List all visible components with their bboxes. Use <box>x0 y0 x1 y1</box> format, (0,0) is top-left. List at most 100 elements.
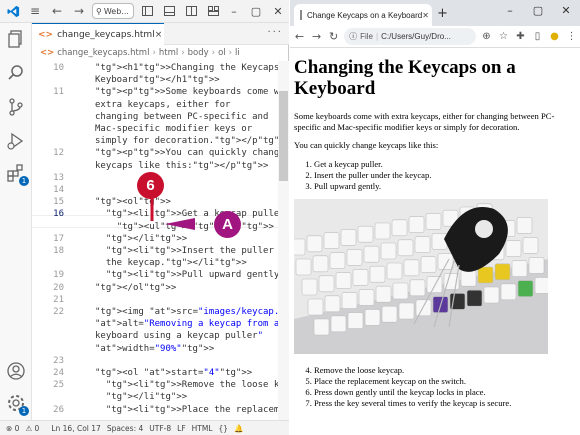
back-arrow-icon[interactable]: ← <box>48 2 66 20</box>
status-encoding[interactable]: UTF-8 <box>149 424 171 433</box>
sidebar-toggle-icon[interactable]: ▯ <box>529 31 546 42</box>
notifications-icon[interactable]: 🔔 <box>234 424 243 433</box>
maximize-icon[interactable]: ▢ <box>245 5 267 18</box>
line-number: 23 <box>53 355 64 366</box>
reload-icon[interactable]: ↻ <box>326 30 341 43</box>
code-line[interactable]: simply for decoration."tg"></p"tg">> <box>95 136 289 146</box>
breadcrumb-item-html[interactable]: html <box>159 48 178 58</box>
keycap <box>358 289 375 306</box>
code-line[interactable]: "tg"><ol "at">start="4""tg">> <box>95 368 252 378</box>
code-line[interactable]: "tg"><p"tg">>You can quickly change <box>95 148 285 158</box>
status-eol[interactable]: LF <box>177 424 186 433</box>
info-icon[interactable]: ⓘ <box>349 31 357 42</box>
code-editor[interactable]: 10 "tg"><h1"tg">>Changing the Keycaps on … <box>32 61 289 420</box>
code-line[interactable]: keyboard using a keycap puller" <box>95 331 263 341</box>
source-control-icon[interactable] <box>6 97 26 117</box>
account-icon[interactable] <box>6 361 26 381</box>
code-line[interactable]: keycaps like this:"tg"></p"tg">> <box>95 161 268 171</box>
keycap <box>323 232 340 249</box>
status-language[interactable]: HTML <box>192 424 213 433</box>
scrollbar-thumb[interactable] <box>279 91 288 181</box>
new-tab-icon[interactable]: + <box>437 6 448 21</box>
code-line[interactable]: "tg"><h1"tg">>Changing the Keycaps on a <box>95 63 289 73</box>
command-search[interactable]: ⚲ Web... <box>92 3 134 19</box>
extensions-puzzle-icon[interactable]: ✚ <box>512 31 529 42</box>
line-number: 13 <box>53 172 64 183</box>
code-line[interactable]: "tg"><p"tg">>Some keyboards come with <box>95 87 289 97</box>
keycap <box>313 318 330 336</box>
code-line[interactable]: "tg"></li"tg">> <box>95 392 187 402</box>
page-paragraph-intro: Some keyboards come with extra keycaps, … <box>294 111 555 132</box>
breadcrumb-item-body[interactable]: body <box>188 48 209 58</box>
search-icon[interactable] <box>6 63 26 83</box>
code-line[interactable]: Keyboard"tg"></h1"tg">> <box>95 75 220 85</box>
keycap <box>398 302 415 320</box>
browser-forward-icon[interactable]: → <box>309 30 324 43</box>
status-indentation[interactable]: Spaces: 4 <box>107 424 143 433</box>
code-line[interactable]: "tg"></ol"tg">> <box>95 283 176 293</box>
code-line[interactable]: "at">alt="Removing a keycap from a <box>95 319 279 329</box>
settings-gear-icon[interactable]: 1 <box>6 393 29 416</box>
code-line[interactable]: "tg"><li"tg">>Insert the puller under <box>95 246 289 256</box>
line-number: 11 <box>53 87 64 98</box>
keycap <box>386 262 403 280</box>
code-line[interactable]: "tg"></li"tg">> <box>95 234 187 244</box>
keycap <box>324 295 341 313</box>
keycap <box>369 265 386 283</box>
browser-menu-icon[interactable]: ⋮ <box>563 31 580 42</box>
status-warnings[interactable]: ⚠ 0 <box>25 424 39 433</box>
code-line[interactable]: "tg"><li"tg">>Place the replacement <box>95 405 289 415</box>
code-line[interactable]: "at">width="90%""tg">> <box>95 344 214 354</box>
keycap <box>391 219 408 237</box>
menu-icon[interactable]: ≡ <box>26 2 44 20</box>
layout-split-icon[interactable] <box>182 2 200 20</box>
layout-panel-icon[interactable] <box>160 2 178 20</box>
keycap <box>301 278 318 296</box>
editor-scrollbar[interactable] <box>278 61 289 420</box>
browser-back-icon[interactable]: ← <box>292 30 307 43</box>
extensions-badge: 1 <box>19 176 29 186</box>
keycap <box>347 312 364 329</box>
code-line[interactable]: changing between PC-specific and <box>95 112 268 122</box>
vscode-window: ≡ ← → ⚲ Web... – ▢ ✕ 1 1 <> change_keyca… <box>0 0 289 435</box>
forward-arrow-icon[interactable]: → <box>70 2 88 20</box>
browser-minimize-icon[interactable]: – <box>496 0 524 22</box>
code-line[interactable]: "tg"><li"tg">>Pull upward gently."tg"></… <box>95 270 289 280</box>
more-actions-icon[interactable]: ··· <box>267 27 283 38</box>
status-braces-icon[interactable]: {} <box>219 424 229 433</box>
status-cursor-position[interactable]: Ln 16, Col 17 <box>51 424 100 433</box>
tab-change-keycaps[interactable]: <> change_keycaps.html × <box>32 23 164 45</box>
close-icon[interactable]: ✕ <box>267 5 289 18</box>
list-item: Press down gently until the keycap locks… <box>314 387 576 398</box>
zoom-icon[interactable]: ⊕ <box>478 31 495 42</box>
url-text: C:/Users/Guy/Dro... <box>381 32 451 41</box>
layout-sidebar-icon[interactable] <box>138 2 156 20</box>
code-line[interactable]: "tg"><li"tg">>Remove the loose keycap. <box>95 380 289 390</box>
minimize-icon[interactable]: – <box>223 5 245 18</box>
extensions-icon[interactable]: 1 <box>6 163 29 186</box>
keycap <box>534 277 548 294</box>
address-bar[interactable]: ⓘ File | C:/Users/Guy/Dro... <box>344 28 476 45</box>
browser-close-icon[interactable]: ✕ <box>552 0 580 22</box>
profile-avatar-icon[interactable]: ● <box>546 31 563 42</box>
line-number: 17 <box>53 233 64 244</box>
code-line[interactable]: the keycap."tg"></li"tg">> <box>95 258 247 268</box>
browser-maximize-icon[interactable]: ▢ <box>524 0 552 22</box>
status-errors[interactable]: ⊗ 0 <box>6 424 19 433</box>
breadcrumb-item-ol[interactable]: ol <box>218 48 226 58</box>
customize-layout-icon[interactable] <box>204 2 222 20</box>
browser-tab-close-icon[interactable]: ✕ <box>422 11 429 20</box>
run-debug-icon[interactable] <box>6 131 26 151</box>
rendered-page: Changing the Keycaps on a Keyboard Some … <box>290 49 580 435</box>
breadcrumb-item-file[interactable]: change_keycaps.html <box>57 48 149 58</box>
code-line[interactable]: extra keycaps, either for <box>95 100 230 110</box>
editor-tabs: <> change_keycaps.html × ··· <box>32 23 289 45</box>
bookmark-star-icon[interactable]: ☆ <box>495 31 512 42</box>
code-line[interactable]: "tg"><img "at">src="images/keycap.jpeg" <box>95 307 289 317</box>
keycap <box>517 280 534 297</box>
breadcrumb-item-li[interactable]: li <box>235 48 240 58</box>
browser-tab-active[interactable]: Change Keycaps on a Keyboard ✕ <box>294 4 432 26</box>
tab-close-icon[interactable]: × <box>155 30 163 40</box>
code-line[interactable]: Mac-specific modifier keys or <box>95 124 252 134</box>
explorer-icon[interactable] <box>6 29 26 49</box>
